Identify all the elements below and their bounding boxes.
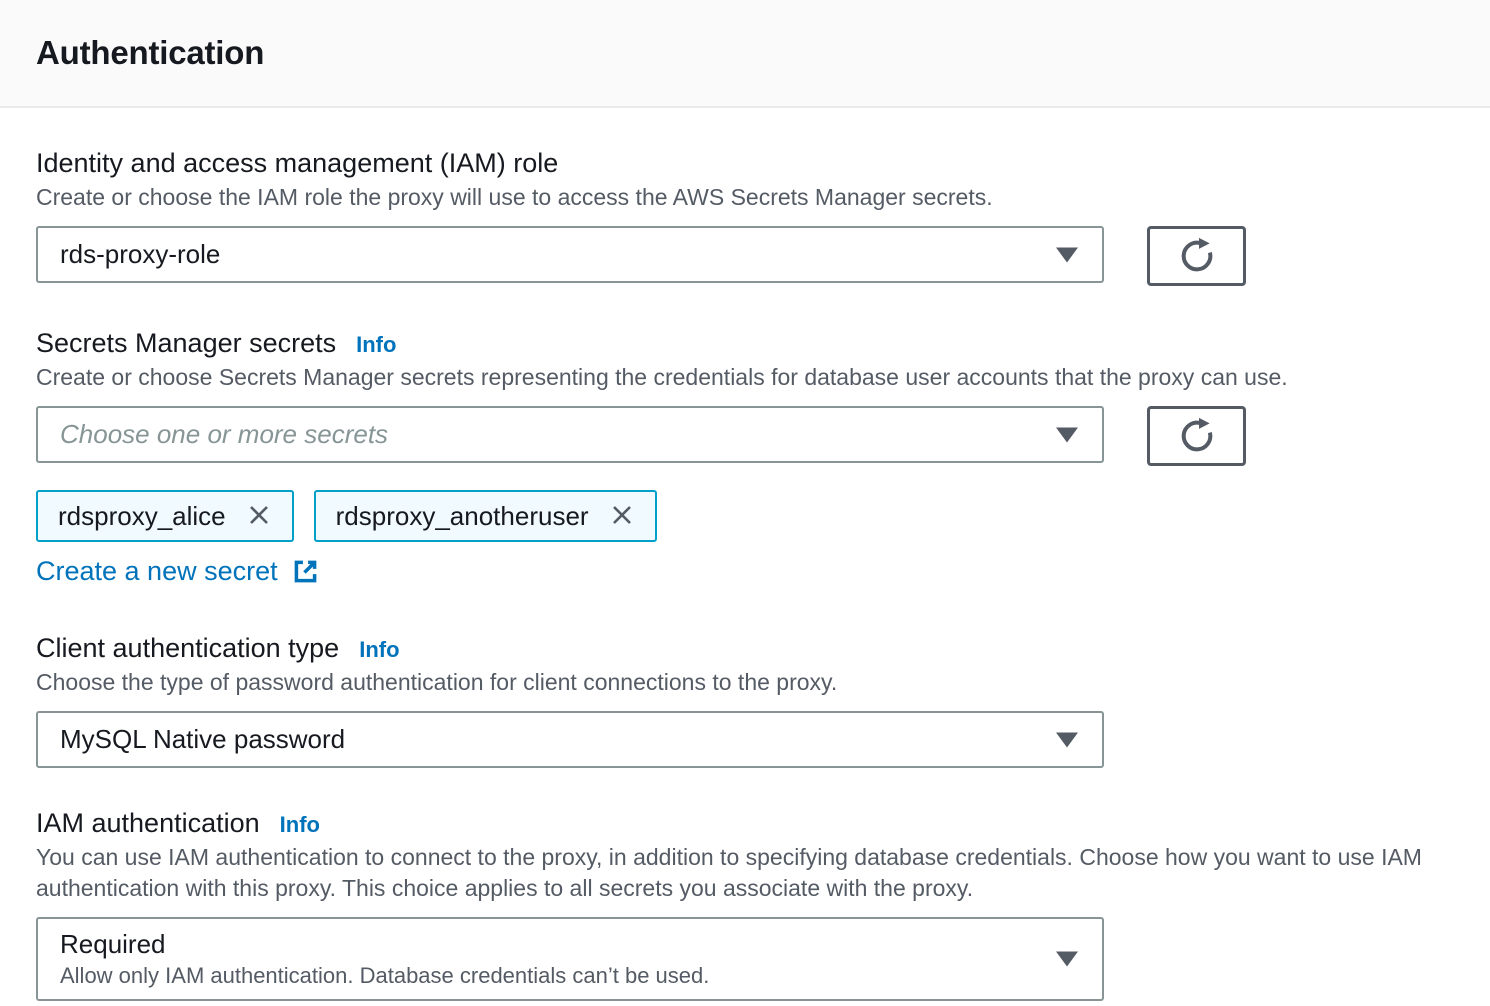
secrets-description: Create or choose Secrets Manager secrets… [36,362,1464,393]
secret-token: rdsproxy_alice [36,490,294,542]
client-auth-selected-value: MySQL Native password [60,724,345,755]
client-auth-label: Client authentication type [36,631,339,665]
refresh-iam-roles-button[interactable] [1147,226,1246,286]
client-auth-select[interactable]: MySQL Native password [36,711,1104,768]
close-icon [244,500,274,533]
secret-token-label: rdsproxy_anotheruser [336,501,589,532]
client-auth-info-link[interactable]: Info [359,637,399,663]
iam-role-description: Create or choose the IAM role the proxy … [36,182,1464,213]
remove-secret-button[interactable] [607,500,637,533]
caret-down-icon [1056,427,1078,442]
refresh-secrets-button[interactable] [1147,406,1246,466]
remove-secret-button[interactable] [244,500,274,533]
secret-token-label: rdsproxy_alice [58,501,226,532]
iam-role-select[interactable]: rds-proxy-role [36,226,1104,283]
refresh-icon [1177,236,1217,276]
iam-auth-label: IAM authentication [36,806,260,840]
secrets-label: Secrets Manager secrets [36,326,336,360]
iam-auth-description: You can use IAM authentication to connec… [36,842,1436,904]
create-new-secret-label: Create a new secret [36,556,278,587]
caret-down-icon [1056,732,1078,747]
secret-token: rdsproxy_anotheruser [314,490,657,542]
secrets-field: Secrets Manager secrets Info Create or c… [36,326,1464,587]
caret-down-icon [1056,247,1078,262]
external-link-icon [290,556,321,587]
refresh-icon [1177,416,1217,456]
iam-auth-select[interactable]: Required Allow only IAM authentication. … [36,917,1104,1001]
section-header: Authentication [0,0,1490,108]
client-auth-field: Client authentication type Info Choose t… [36,631,1464,768]
secrets-multiselect[interactable]: Choose one or more secrets [36,406,1104,463]
iam-role-field: Identity and access management (IAM) rol… [36,146,1464,286]
iam-auth-selected-description: Allow only IAM authentication. Database … [60,963,709,989]
create-new-secret-link[interactable]: Create a new secret [36,556,321,587]
secrets-placeholder: Choose one or more secrets [60,419,388,450]
secrets-info-link[interactable]: Info [356,332,396,358]
selected-secrets-tokens: rdsproxy_alice rdsproxy_anotheruser [36,490,1464,542]
page-title: Authentication [36,34,264,72]
caret-down-icon [1056,952,1078,967]
client-auth-description: Choose the type of password authenticati… [36,667,1464,698]
close-icon [607,500,637,533]
iam-auth-selected-value: Required [60,929,166,960]
iam-auth-info-link[interactable]: Info [280,812,320,838]
authentication-form: Identity and access management (IAM) rol… [0,146,1490,1001]
iam-role-selected-value: rds-proxy-role [60,239,220,270]
iam-role-label: Identity and access management (IAM) rol… [36,146,558,180]
iam-auth-field: IAM authentication Info You can use IAM … [36,806,1464,1001]
